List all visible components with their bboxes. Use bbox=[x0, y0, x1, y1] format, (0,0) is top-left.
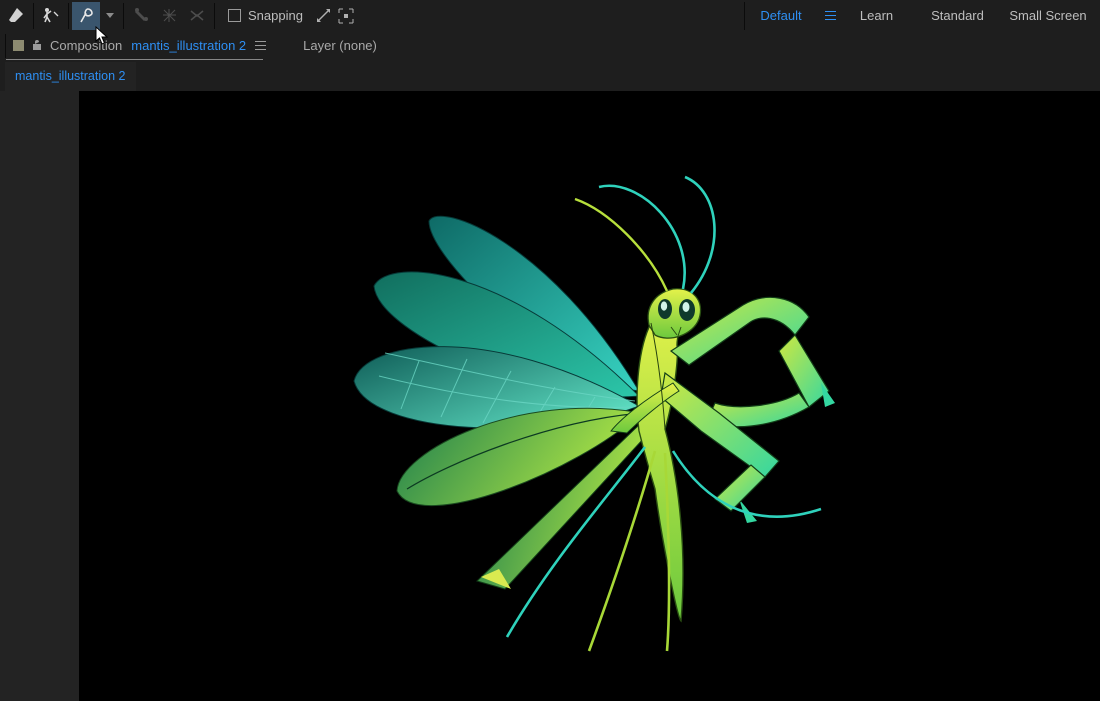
tool-group-left bbox=[2, 0, 120, 31]
top-toolbar: Snapping Default Learn Standard Small Sc… bbox=[0, 0, 1100, 31]
workspace-label: Default bbox=[760, 8, 801, 23]
panel-header: Composition mantis_illustration 2 Layer … bbox=[0, 31, 1100, 61]
dropdown-indicator[interactable] bbox=[100, 2, 120, 30]
composition-name[interactable]: mantis_illustration 2 bbox=[129, 38, 248, 53]
workspace-learn[interactable]: Learn bbox=[836, 0, 917, 31]
side-strip bbox=[0, 91, 79, 701]
render-chip-icon[interactable] bbox=[13, 40, 24, 51]
workspace-label: Standard bbox=[931, 8, 984, 23]
mesh-tool bbox=[155, 2, 183, 30]
pin-icon bbox=[78, 7, 95, 24]
warp-tool bbox=[183, 2, 211, 30]
puppet-pin-tool[interactable] bbox=[37, 2, 65, 30]
composition-label: Composition bbox=[50, 38, 122, 53]
mantis-illustration bbox=[79, 91, 1100, 701]
warp-icon bbox=[189, 7, 206, 24]
layer-label: Layer (none) bbox=[303, 38, 377, 53]
panel-menu-icon[interactable] bbox=[255, 41, 266, 50]
canvas[interactable] bbox=[79, 91, 1100, 701]
panel-underline bbox=[6, 59, 263, 60]
disabled-tools bbox=[127, 0, 211, 31]
snapping-label: Snapping bbox=[248, 8, 303, 23]
divider bbox=[123, 3, 124, 29]
work-area bbox=[0, 91, 1100, 701]
workspace-tabs: Default Learn Standard Small Screen bbox=[744, 0, 1098, 31]
eraser-tool[interactable] bbox=[2, 2, 30, 30]
workspace-small-screen[interactable]: Small Screen bbox=[998, 0, 1098, 31]
composition-tab[interactable]: mantis_illustration 2 bbox=[5, 62, 136, 91]
mesh-icon bbox=[161, 7, 178, 24]
workspace-menu-icon[interactable] bbox=[825, 11, 836, 20]
divider bbox=[33, 3, 34, 29]
lock-icon[interactable] bbox=[31, 38, 43, 54]
workspace-standard[interactable]: Standard bbox=[917, 0, 998, 31]
snapping-checkbox[interactable] bbox=[228, 9, 241, 22]
snapping-control[interactable]: Snapping bbox=[218, 8, 364, 24]
snap-expand-icon bbox=[316, 8, 331, 23]
workspace-label: Learn bbox=[860, 8, 893, 23]
workspace-default[interactable]: Default bbox=[745, 0, 817, 31]
divider bbox=[68, 3, 69, 29]
divider bbox=[214, 3, 215, 29]
pin-tool-active[interactable] bbox=[72, 2, 100, 30]
bone-tool bbox=[127, 2, 155, 30]
chevron-down-icon bbox=[106, 12, 114, 20]
bone-icon bbox=[133, 7, 150, 24]
puppet-icon bbox=[42, 7, 60, 25]
tab-label: mantis_illustration 2 bbox=[15, 69, 125, 83]
snap-bounds-icon bbox=[338, 8, 354, 24]
workspace-label: Small Screen bbox=[1009, 8, 1086, 23]
composition-tabs: mantis_illustration 2 bbox=[0, 61, 1100, 91]
eraser-icon bbox=[8, 7, 25, 24]
divider bbox=[5, 34, 6, 58]
